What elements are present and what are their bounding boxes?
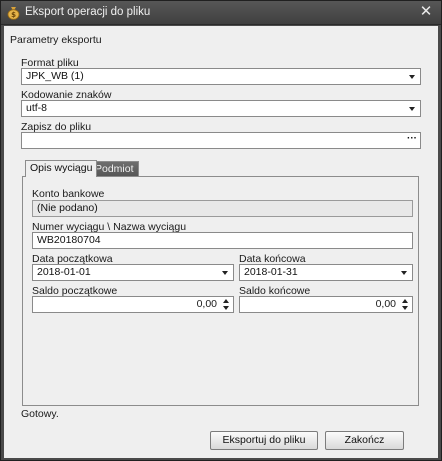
spin-arrows-icon[interactable] <box>223 298 230 311</box>
export-params-heading: Parametry eksportu <box>10 34 102 46</box>
start-balance-stepper[interactable]: 0,00 <box>32 296 234 313</box>
dialog-body: Parametry eksportu Format pliku JPK_WB (… <box>4 26 438 458</box>
close-window-button[interactable]: ✕ <box>417 3 435 21</box>
spin-arrows-icon[interactable] <box>402 298 409 311</box>
end-date-picker[interactable]: 2018-01-31 <box>239 264 413 281</box>
title-bar[interactable]: $ Eksport operacji do pliku ✕ <box>1 1 441 25</box>
statement-tab-panel: Konto bankowe (Nie podano) Numer wyciągu… <box>22 176 419 406</box>
money-bag-icon: $ <box>6 5 21 20</box>
status-text: Gotowy. <box>21 408 59 420</box>
svg-text:$: $ <box>11 11 16 19</box>
start-date-picker[interactable]: 2018-01-01 <box>32 264 234 281</box>
bank-account-field: (Nie podano) <box>32 200 413 217</box>
file-format-select[interactable]: JPK_WB (1) <box>21 68 421 85</box>
finish-button[interactable]: Zakończ <box>325 431 404 450</box>
encoding-select[interactable]: utf-8 <box>21 100 421 117</box>
export-dialog: $ Eksport operacji do pliku ✕ Parametry … <box>0 0 442 461</box>
browse-file-button[interactable]: ··· <box>407 131 417 146</box>
end-balance-stepper[interactable]: 0,00 <box>239 296 413 313</box>
statement-number-input[interactable]: WB20180704 <box>32 232 413 249</box>
save-to-file-input[interactable]: ··· <box>21 132 421 149</box>
bank-account-label: Konto bankowe <box>32 188 105 200</box>
tab-statement-description[interactable]: Opis wyciągu <box>25 160 98 177</box>
window-title: Eksport operacji do pliku <box>25 6 151 18</box>
export-to-file-button[interactable]: Eksportuj do pliku <box>210 431 318 450</box>
